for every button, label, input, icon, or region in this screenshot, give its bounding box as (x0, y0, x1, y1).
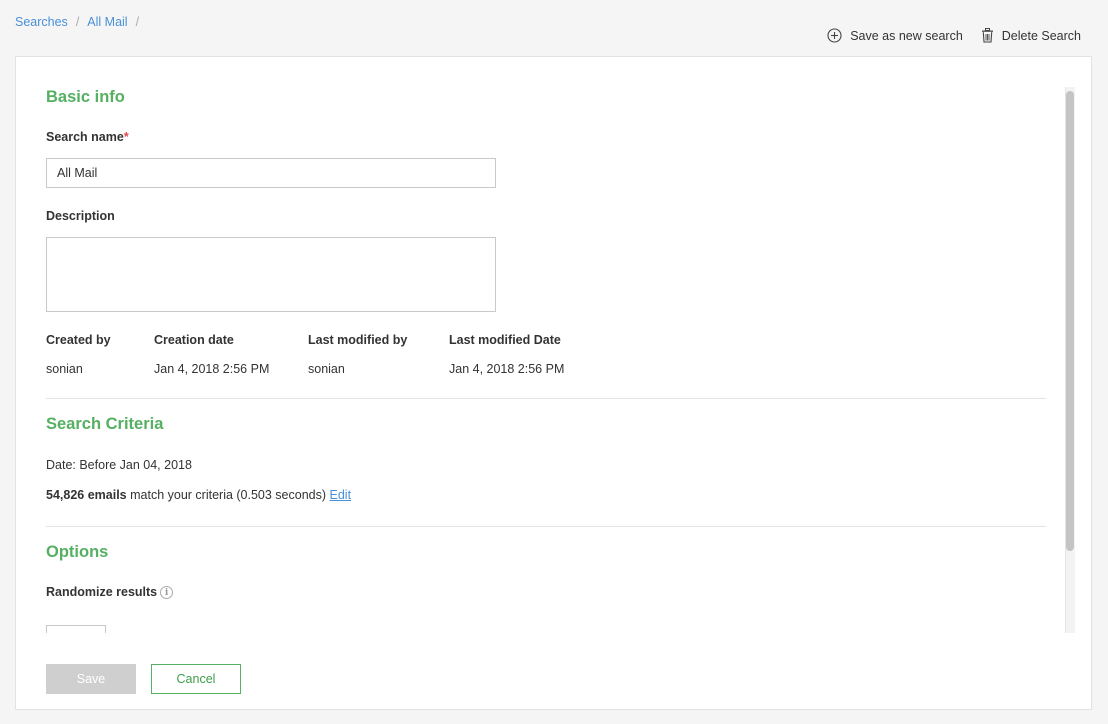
scrollbar-thumb[interactable] (1066, 91, 1074, 551)
created-by-label: Created by (46, 333, 111, 347)
last-modified-by-value: sonian (308, 362, 345, 376)
breadcrumb-separator: / (75, 15, 80, 29)
info-icon[interactable]: i (160, 586, 174, 600)
save-as-new-search-label: Save as new search (850, 28, 963, 43)
description-textarea[interactable] (46, 237, 496, 312)
save-as-new-search-button[interactable]: Save as new search (827, 28, 963, 43)
options-title: Options (46, 543, 109, 561)
section-divider (46, 526, 1046, 527)
breadcrumb-searches[interactable]: Searches (15, 15, 68, 29)
match-count: 54,826 emails (46, 488, 127, 502)
creation-date-value: Jan 4, 2018 2:56 PM (154, 362, 270, 376)
top-actions: Save as new search Delete Search (827, 28, 1081, 43)
last-modified-by-label: Last modified by (308, 333, 408, 347)
section-divider (46, 398, 1046, 399)
randomize-results-label: Randomize results i (46, 585, 174, 600)
search-name-input[interactable] (46, 158, 496, 188)
randomize-results-text: Randomize results (46, 585, 158, 599)
criteria-date: Date: Before Jan 04, 2018 (46, 458, 192, 472)
required-mark: * (123, 130, 129, 144)
search-detail-panel: Basic info Search name* Description Crea… (15, 56, 1092, 710)
search-name-label-text: Search name (46, 130, 124, 144)
last-modified-date-label: Last modified Date (449, 333, 561, 347)
randomize-input[interactable] (46, 625, 106, 633)
created-by-value: sonian (46, 362, 83, 376)
trash-icon (981, 28, 994, 43)
description-label: Description (46, 209, 115, 223)
breadcrumb: Searches / All Mail / (15, 15, 147, 29)
basic-info-title: Basic info (46, 88, 125, 106)
breadcrumb-separator: / (135, 15, 140, 29)
save-button[interactable]: Save (46, 664, 136, 694)
criteria-match-line: 54,826 emails match your criteria (0.503… (46, 488, 351, 502)
delete-search-label: Delete Search (1001, 28, 1081, 43)
last-modified-date-value: Jan 4, 2018 2:56 PM (449, 362, 565, 376)
edit-criteria-link[interactable]: Edit (330, 488, 352, 502)
search-criteria-title: Search Criteria (46, 415, 164, 433)
cancel-button[interactable]: Cancel (151, 664, 241, 694)
plus-circle-icon (827, 28, 842, 43)
scroll-area: Basic info Search name* Description Crea… (16, 57, 1071, 633)
match-text: match your criteria (0.503 seconds) (130, 488, 327, 502)
delete-search-button[interactable]: Delete Search (981, 28, 1081, 43)
creation-date-label: Creation date (154, 333, 234, 347)
breadcrumb-all-mail[interactable]: All Mail (87, 15, 127, 29)
search-name-label: Search name* (46, 130, 129, 144)
